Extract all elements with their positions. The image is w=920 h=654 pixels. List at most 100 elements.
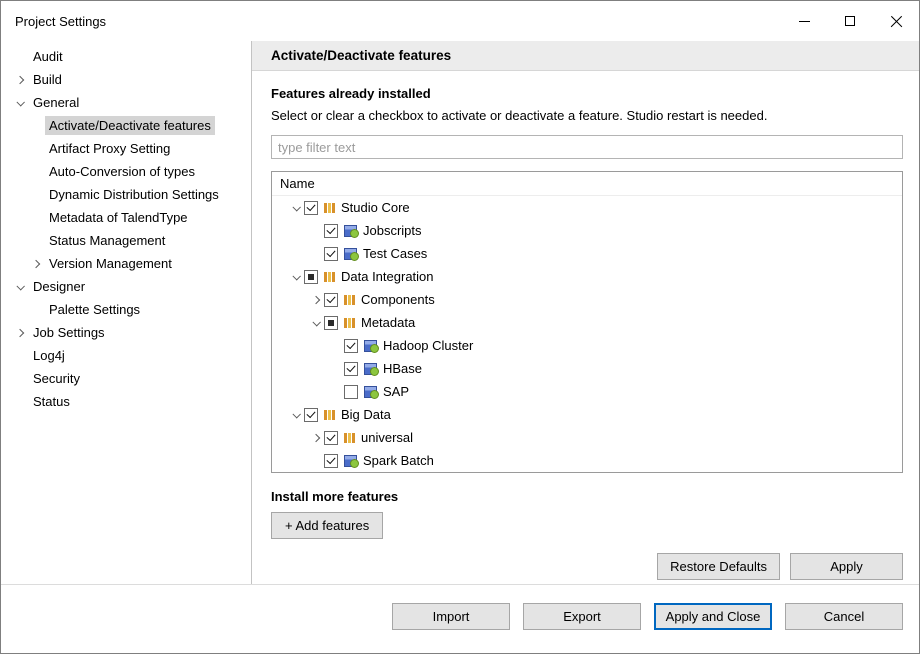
maximize-button[interactable] xyxy=(827,1,873,41)
tree-item-sap[interactable]: SAP xyxy=(272,380,902,403)
sidebar-item-label: Build xyxy=(29,70,66,89)
chevron-down-icon[interactable] xyxy=(16,282,24,290)
sidebar-item-label: Artifact Proxy Setting xyxy=(45,139,174,158)
sidebar-item-audit[interactable]: Audit xyxy=(1,45,251,68)
feature-checkbox[interactable] xyxy=(344,385,358,399)
feature-package-icon xyxy=(364,386,377,398)
minimize-button[interactable] xyxy=(781,1,827,41)
install-more-features-heading: Install more features xyxy=(271,489,903,504)
tree-item-label: HBase xyxy=(383,361,422,376)
tree-item-metadata[interactable]: Metadata xyxy=(272,311,902,334)
tree-item-label: Hadoop Cluster xyxy=(383,338,473,353)
tree-item-universal[interactable]: universal xyxy=(272,426,902,449)
add-features-button[interactable]: + Add features xyxy=(271,512,383,539)
restore-defaults-button[interactable]: Restore Defaults xyxy=(657,553,780,580)
sidebar-item-metadata-of-talendtype[interactable]: Metadata of TalendType xyxy=(1,206,251,229)
cancel-button[interactable]: Cancel xyxy=(785,603,903,630)
sidebar-item-general[interactable]: General xyxy=(1,91,251,114)
chevron-down-icon[interactable] xyxy=(292,203,300,211)
sidebar-item-palette-settings[interactable]: Palette Settings xyxy=(1,298,251,321)
sidebar-item-build[interactable]: Build xyxy=(1,68,251,91)
chevron-right-icon[interactable] xyxy=(311,433,319,441)
tree-item-label: Studio Core xyxy=(341,200,410,215)
sidebar-item-status[interactable]: Status xyxy=(1,390,251,413)
sidebar-item-log4j[interactable]: Log4j xyxy=(1,344,251,367)
feature-checkbox[interactable] xyxy=(324,247,338,261)
sidebar-item-activate-deactivate-features[interactable]: Activate/Deactivate features xyxy=(1,114,251,137)
window-title: Project Settings xyxy=(1,14,106,29)
feature-checkbox[interactable] xyxy=(324,293,338,307)
chevron-down-icon[interactable] xyxy=(16,98,24,106)
tree-column-header-name: Name xyxy=(272,172,902,196)
feature-category-icon xyxy=(344,317,355,328)
maximize-icon xyxy=(845,16,855,26)
chevron-right-icon[interactable] xyxy=(32,259,40,267)
sidebar-item-job-settings[interactable]: Job Settings xyxy=(1,321,251,344)
settings-nav-tree: Audit Build General Activate/Deactivate … xyxy=(1,41,252,584)
sidebar-item-dynamic-distribution-settings[interactable]: Dynamic Distribution Settings xyxy=(1,183,251,206)
chevron-right-icon[interactable] xyxy=(16,328,24,336)
chevron-right-icon[interactable] xyxy=(16,75,24,83)
installed-features-description: Select or clear a checkbox to activate o… xyxy=(271,108,903,123)
tree-item-studio-core[interactable]: Studio Core xyxy=(272,196,902,219)
feature-checkbox[interactable] xyxy=(304,408,318,422)
tree-item-jobscripts[interactable]: Jobscripts xyxy=(272,219,902,242)
sidebar-item-auto-conversion-of-types[interactable]: Auto-Conversion of types xyxy=(1,160,251,183)
import-button[interactable]: Import xyxy=(392,603,510,630)
tree-item-spark-batch[interactable]: Spark Batch xyxy=(272,449,902,472)
feature-checkbox[interactable] xyxy=(324,316,338,330)
close-button[interactable] xyxy=(873,1,919,41)
tree-item-label: universal xyxy=(361,430,413,445)
sidebar-item-label: General xyxy=(29,93,83,112)
panel-actions: Restore Defaults Apply xyxy=(271,553,903,580)
tree-item-test-cases[interactable]: Test Cases xyxy=(272,242,902,265)
tree-item-big-data[interactable]: Big Data xyxy=(272,403,902,426)
sidebar-item-version-management[interactable]: Version Management xyxy=(1,252,251,275)
dialog-body: Audit Build General Activate/Deactivate … xyxy=(1,41,919,585)
titlebar: Project Settings xyxy=(1,1,919,41)
chevron-right-icon[interactable] xyxy=(311,295,319,303)
features-tree: Name Studio Core Jobscripts xyxy=(271,171,903,473)
tree-item-hbase[interactable]: HBase xyxy=(272,357,902,380)
feature-checkbox[interactable] xyxy=(304,270,318,284)
sidebar-item-label: Activate/Deactivate features xyxy=(45,116,215,135)
tree-item-hadoop-cluster[interactable]: Hadoop Cluster xyxy=(272,334,902,357)
feature-category-icon xyxy=(324,271,335,282)
feature-category-icon xyxy=(324,202,335,213)
sidebar-item-status-management[interactable]: Status Management xyxy=(1,229,251,252)
tree-item-label: Test Cases xyxy=(363,246,427,261)
sidebar-item-label: Metadata of TalendType xyxy=(45,208,192,227)
feature-package-icon xyxy=(364,340,377,352)
feature-checkbox[interactable] xyxy=(304,201,318,215)
tree-item-label: Data Integration xyxy=(341,269,434,284)
installed-features-heading: Features already installed xyxy=(271,86,903,101)
feature-package-icon xyxy=(344,225,357,237)
tree-item-data-integration[interactable]: Data Integration xyxy=(272,265,902,288)
feature-checkbox[interactable] xyxy=(324,431,338,445)
filter-input[interactable] xyxy=(271,135,903,159)
tree-item-label: Jobscripts xyxy=(363,223,422,238)
apply-and-close-button[interactable]: Apply and Close xyxy=(654,603,772,630)
chevron-down-icon[interactable] xyxy=(292,410,300,418)
tree-item-label: Big Data xyxy=(341,407,391,422)
feature-checkbox[interactable] xyxy=(324,454,338,468)
apply-button[interactable]: Apply xyxy=(790,553,903,580)
sidebar-item-label: Job Settings xyxy=(29,323,109,342)
chevron-down-icon[interactable] xyxy=(292,272,300,280)
export-button[interactable]: Export xyxy=(523,603,641,630)
feature-checkbox[interactable] xyxy=(324,224,338,238)
sidebar-item-designer[interactable]: Designer xyxy=(1,275,251,298)
sidebar-item-security[interactable]: Security xyxy=(1,367,251,390)
sidebar-item-label: Log4j xyxy=(29,346,69,365)
dialog-footer: Import Export Apply and Close Cancel xyxy=(1,585,919,653)
chevron-down-icon[interactable] xyxy=(312,318,320,326)
feature-checkbox[interactable] xyxy=(344,339,358,353)
tree-item-components[interactable]: Components xyxy=(272,288,902,311)
feature-checkbox[interactable] xyxy=(344,362,358,376)
sidebar-item-label: Designer xyxy=(29,277,89,296)
sidebar-item-label: Palette Settings xyxy=(45,300,144,319)
main-panel: Activate/Deactivate features Features al… xyxy=(252,41,919,584)
sidebar-item-artifact-proxy-setting[interactable]: Artifact Proxy Setting xyxy=(1,137,251,160)
page-title: Activate/Deactivate features xyxy=(252,41,919,71)
tree-item-label: Spark Batch xyxy=(363,453,434,468)
